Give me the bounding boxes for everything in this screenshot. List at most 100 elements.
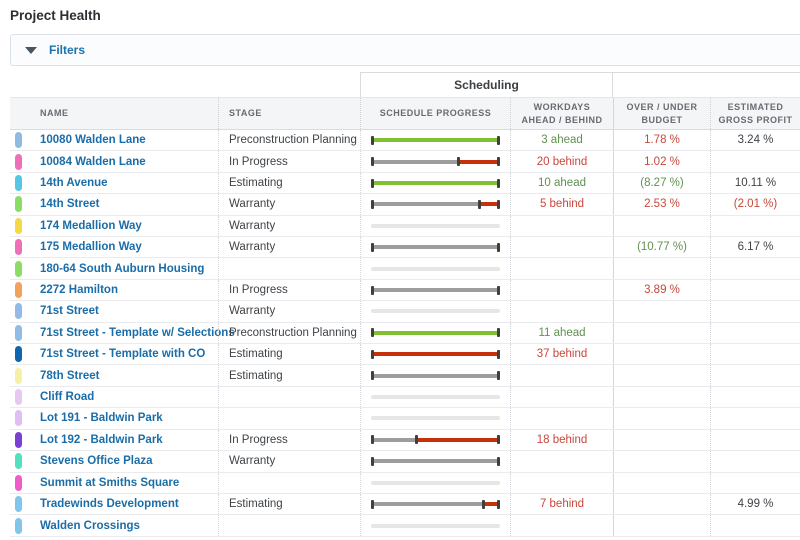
name-cell: 175 Medallion Way [10,237,218,257]
name-cell: Stevens Office Plaza [10,451,218,471]
schedule-progress-cell [360,215,510,237]
project-name-link[interactable]: 14th Street [40,198,99,210]
project-name-link[interactable]: Stevens Office Plaza [40,455,153,467]
project-name-link[interactable]: 175 Medallion Way [40,241,142,253]
stage-cell [218,515,360,536]
schedule-progress-cell [360,429,510,451]
budget-cell [613,322,710,344]
table-row: Summit at Smiths Square [10,472,800,494]
project-color-pill [15,431,22,448]
project-name-link[interactable]: Walden Crossings [40,520,140,532]
table-row: 14th Avenue Estimating 10 ahead (8.27 %)… [10,172,800,195]
profit-cell [710,279,800,301]
project-name-link[interactable]: 10084 Walden Lane [40,156,146,168]
table-row: 2272 Hamilton In Progress 3.89 % [10,279,800,302]
filters-label: Filters [49,43,86,57]
group-header-rest [613,72,800,97]
table-row: 174 Medallion Way Warranty [10,215,800,238]
budget-cell [613,344,710,365]
stage-value: Warranty [229,241,276,254]
workdays-cell [510,279,613,301]
project-name-link[interactable]: 78th Street [40,370,99,382]
stage-value: In Progress [229,284,288,297]
workdays-cell [510,515,613,536]
column-header-budget: OVER / UNDER BUDGET [613,98,710,129]
project-color-pill [15,217,22,234]
budget-value: 1.78 % [644,134,680,147]
stage-cell [218,472,360,493]
profit-cell: 4.99 % [710,493,800,515]
schedule-progress-bar [371,134,500,146]
project-name-link[interactable]: 71st Street [40,305,99,317]
project-name-link[interactable]: Tradewinds Development [40,498,179,510]
workdays-value: 20 behind [536,155,588,168]
schedule-progress-cell [360,344,510,365]
filters-toggle[interactable]: Filters [10,34,800,66]
name-cell: 71st Street - Template with CO [10,344,218,364]
budget-value: 2.53 % [644,198,680,211]
project-color-pill [15,282,22,299]
project-name-link[interactable]: 14th Avenue [40,177,108,189]
gross-profit-value: 6.17 % [737,241,774,254]
table-row: 71st Street - Template with CO Estimatin… [10,344,800,366]
schedule-progress-bar [371,220,500,232]
project-name-link[interactable]: 180-64 South Auburn Housing [40,263,204,275]
project-name-link[interactable]: 10080 Walden Lane [40,134,146,146]
column-header-stage: STAGE [218,98,360,129]
scheduling-group-header: Scheduling [360,72,613,97]
column-header-gross-profit: ESTIMATED GROSS PROFIT [710,98,800,129]
budget-cell [613,301,710,322]
project-health-page: Project Health Filters Scheduling NAME S… [0,0,800,540]
workdays-value: 18 behind [536,433,588,446]
profit-cell [710,365,800,386]
workdays-cell [510,237,613,258]
workdays-cell [510,386,613,408]
schedule-progress-bar [371,305,500,317]
project-name-link[interactable]: Lot 192 - Baldwin Park [40,434,163,446]
project-name-link[interactable]: Cliff Road [40,391,94,403]
project-color-pill [15,410,22,427]
schedule-progress-bar [371,455,500,467]
schedule-progress-bar [371,434,500,446]
workdays-cell: 5 behind [510,194,613,215]
stage-cell: Estimating [218,493,360,515]
schedule-progress-cell [360,237,510,258]
gross-profit-value: (2.01 %) [733,198,778,211]
stage-cell: Estimating [218,172,360,194]
project-color-pill [15,517,22,534]
budget-cell: 3.89 % [613,279,710,301]
budget-cell: 1.78 % [613,130,710,151]
profit-cell [710,429,800,451]
column-header-workdays: WORKDAYS AHEAD / BEHIND [510,98,613,129]
project-name-link[interactable]: 71st Street - Template w/ Selections [40,327,235,339]
project-name-link[interactable]: 2272 Hamilton [40,284,118,296]
project-name-link[interactable]: Summit at Smiths Square [40,477,179,489]
table-row: Stevens Office Plaza Warranty [10,451,800,473]
stage-cell: Warranty [218,451,360,472]
budget-cell: 1.02 % [613,151,710,172]
stage-value: Warranty [229,305,276,318]
gross-profit-value: 4.99 % [737,498,774,511]
stage-value: In Progress [229,155,288,168]
budget-value: 1.02 % [644,155,680,168]
budget-value: (10.77 %) [637,241,687,254]
profit-cell [710,258,800,279]
schedule-progress-cell [360,151,510,172]
profit-cell [710,472,800,493]
schedule-progress-bar [371,477,500,489]
schedule-progress-cell [360,493,510,515]
project-color-pill [15,453,22,470]
schedule-progress-bar [371,498,500,510]
project-name-link[interactable]: Lot 191 - Baldwin Park [40,412,163,424]
project-name-link[interactable]: 71st Street - Template with CO [40,348,205,360]
table-row: 14th Street Warranty 5 behind 2.53 % (2.… [10,194,800,216]
column-header-name: NAME [40,108,69,119]
workdays-cell: 11 ahead [510,322,613,344]
stage-value: Preconstruction Planning [229,326,357,339]
project-name-link[interactable]: 174 Medallion Way [40,220,142,232]
column-header-schedule-progress: SCHEDULE PROGRESS [360,98,510,129]
stage-value: Warranty [229,219,276,232]
project-color-pill [15,474,22,491]
profit-cell [710,151,800,172]
workdays-value: 37 behind [536,348,588,361]
